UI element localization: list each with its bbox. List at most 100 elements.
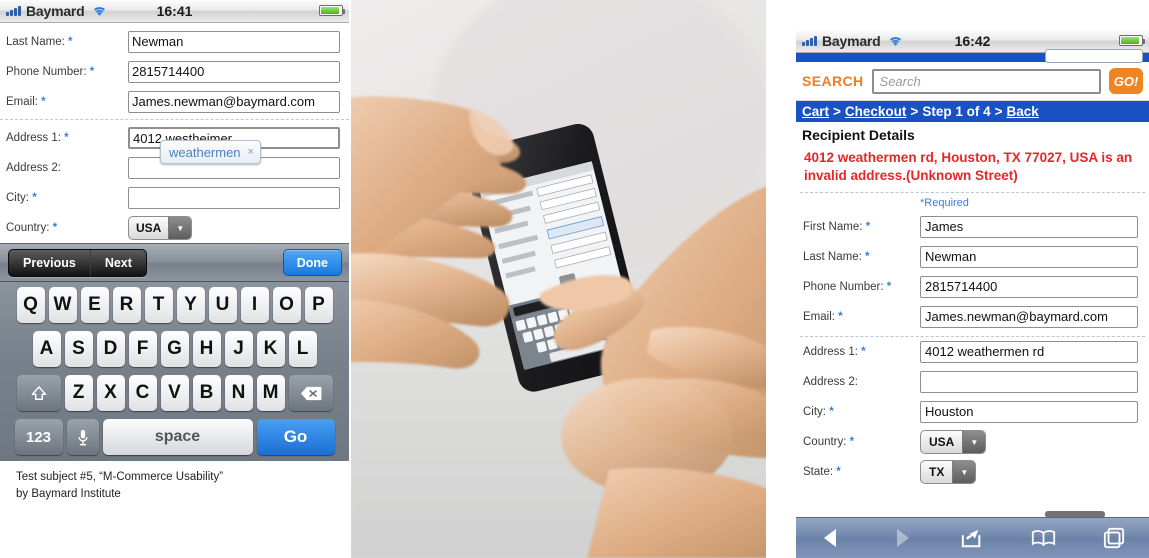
field-label: City: *: [6, 192, 37, 204]
carrier-label: Baymard: [26, 3, 85, 19]
field-label: Address 1: *: [803, 346, 866, 359]
country-select[interactable]: USA ▼: [920, 430, 987, 455]
caption-line-1: Test subject #5, “M-Commerce Usability”: [16, 471, 224, 483]
right-phone-screenshot: Baymard 16:42 SEARCH Search GO! Cart > C…: [796, 30, 1149, 558]
city-input[interactable]: [128, 187, 340, 209]
field-label: Country: *: [803, 436, 855, 449]
autocomplete-suggestion[interactable]: weathermen ×: [160, 140, 261, 164]
email-input[interactable]: James.newman@baymard.com: [920, 306, 1138, 329]
breadcrumb-checkout[interactable]: Checkout: [845, 104, 907, 119]
numbers-key[interactable]: 123: [14, 419, 63, 455]
key-y[interactable]: Y: [176, 287, 205, 323]
key-h[interactable]: H: [192, 331, 221, 367]
key-e[interactable]: E: [80, 287, 109, 323]
first-name-input[interactable]: James: [920, 216, 1138, 239]
battery-icon: [319, 5, 345, 16]
go-key[interactable]: Go: [256, 419, 335, 455]
key-l[interactable]: L: [288, 331, 317, 367]
search-label: SEARCH: [802, 73, 864, 89]
key-j[interactable]: J: [224, 331, 253, 367]
tabs-icon[interactable]: [1094, 524, 1134, 552]
field-row-last-name: Last Name: * Newman: [0, 27, 349, 57]
page-top-accent-bar: [796, 49, 1149, 63]
key-m[interactable]: M: [256, 375, 285, 411]
key-c[interactable]: C: [128, 375, 157, 411]
city-input[interactable]: Houston: [920, 401, 1138, 424]
share-icon[interactable]: [952, 524, 992, 552]
done-button[interactable]: Done: [282, 249, 342, 276]
last-name-input[interactable]: Newman: [128, 31, 340, 53]
chevron-down-icon: ▼: [168, 217, 192, 239]
next-field-button[interactable]: Next: [89, 249, 146, 276]
key-u[interactable]: U: [208, 287, 237, 323]
field-label: Email: *: [6, 96, 46, 108]
safari-toolbar: [796, 517, 1149, 558]
key-z[interactable]: Z: [64, 375, 93, 411]
key-i[interactable]: I: [240, 287, 269, 323]
breadcrumb-cart[interactable]: Cart: [802, 104, 829, 119]
breadcrumb-separator: >: [910, 104, 919, 119]
search-go-button[interactable]: GO!: [1109, 68, 1143, 94]
field-row-city: City: *: [0, 183, 349, 213]
required-note: *Required: [920, 197, 969, 210]
state-select-value: TX: [929, 465, 945, 480]
key-r[interactable]: R: [112, 287, 141, 323]
partial-url-bar[interactable]: [1045, 49, 1143, 63]
key-t[interactable]: T: [144, 287, 173, 323]
on-screen-keyboard: Q W E R T Y U I O P A S D F G H J K L Z …: [0, 282, 349, 461]
breadcrumb-back[interactable]: Back: [1006, 104, 1038, 119]
signal-bars-icon: [802, 36, 817, 46]
key-n[interactable]: N: [224, 375, 253, 411]
address-1-input[interactable]: 4012 weathermen rd: [920, 341, 1138, 364]
key-v[interactable]: V: [160, 375, 189, 411]
key-w[interactable]: W: [48, 287, 77, 323]
battery-icon: [1119, 35, 1145, 46]
key-a[interactable]: A: [32, 331, 61, 367]
caption-line-2: by Baymard Institute: [16, 487, 121, 500]
field-label: Phone Number: *: [6, 66, 95, 78]
last-name-input[interactable]: Newman: [920, 246, 1138, 269]
state-select[interactable]: TX ▼: [920, 460, 977, 485]
key-p[interactable]: P: [304, 287, 333, 323]
key-o[interactable]: O: [272, 287, 301, 323]
field-label: State: *: [803, 466, 841, 479]
email-input[interactable]: James.newman@baymard.com: [128, 91, 340, 113]
field-label: Email: *: [803, 311, 843, 324]
phone-number-input[interactable]: 2815714400: [128, 61, 340, 83]
key-x[interactable]: X: [96, 375, 125, 411]
signal-bars-icon: [6, 6, 21, 16]
keyboard-row-3: Z X C V B N M: [2, 375, 347, 411]
field-row-country: Country: * USA ▼: [0, 213, 349, 243]
keyboard-accessory-toolbar: Previous Next Done: [0, 243, 349, 282]
key-q[interactable]: Q: [16, 287, 45, 323]
field-row-first-name: First Name: * James: [796, 212, 1149, 242]
key-d[interactable]: D: [96, 331, 125, 367]
field-label: Address 1: *: [6, 132, 69, 144]
wifi-icon: [92, 5, 107, 17]
bookmarks-icon[interactable]: [1023, 524, 1063, 552]
prev-next-segmented-control[interactable]: Previous Next: [8, 248, 147, 277]
key-b[interactable]: B: [192, 375, 221, 411]
shift-icon[interactable]: [16, 375, 61, 411]
microphone-icon[interactable]: [66, 419, 99, 455]
key-s[interactable]: S: [64, 331, 93, 367]
usability-test-photo: [351, 0, 766, 558]
key-g[interactable]: G: [160, 331, 189, 367]
key-f[interactable]: F: [128, 331, 157, 367]
address-2-input[interactable]: [920, 371, 1138, 394]
previous-field-button[interactable]: Previous: [9, 250, 90, 276]
field-row-email: Email: * James.newman@baymard.com: [0, 87, 349, 117]
section-divider: [0, 119, 349, 121]
field-row-country: Country: * USA ▼: [796, 427, 1149, 457]
country-select[interactable]: USA ▼: [128, 216, 193, 240]
back-arrow-icon[interactable]: [811, 524, 851, 552]
field-row-address-2: Address 2:: [796, 367, 1149, 397]
space-key[interactable]: space: [102, 419, 253, 455]
close-icon[interactable]: ×: [248, 146, 254, 158]
search-input[interactable]: Search: [871, 68, 1101, 94]
key-k[interactable]: K: [256, 331, 285, 367]
field-label: Address 2:: [6, 162, 61, 174]
phone-number-input[interactable]: 2815714400: [920, 276, 1138, 299]
backspace-icon[interactable]: [288, 375, 333, 411]
field-row-phone-number: Phone Number: * 2815714400: [796, 272, 1149, 302]
